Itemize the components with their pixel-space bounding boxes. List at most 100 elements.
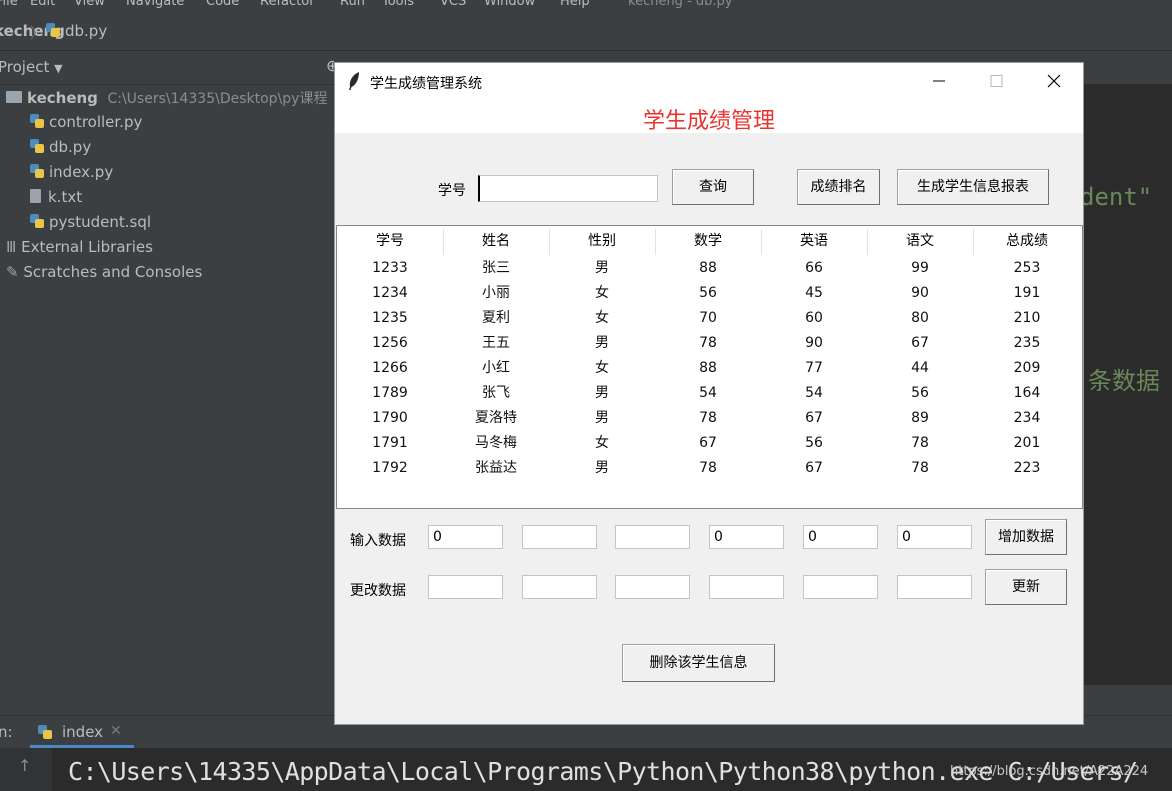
tree-item-external-libraries[interactable]: Ⅲ External Libraries [6, 238, 153, 256]
query-button[interactable]: 查询 [672, 169, 754, 205]
cell-chinese: 78 [911, 460, 929, 476]
table-row[interactable]: 1789 张飞 男 54 54 56 164 [337, 381, 1082, 406]
menu-window[interactable]: Window [484, 0, 535, 9]
run-tab-index[interactable]: index ✕ [30, 716, 134, 748]
update-button[interactable]: 更新 [985, 569, 1067, 605]
tree-item-scratches[interactable]: ✎ Scratches and Consoles [6, 263, 202, 281]
table-row[interactable]: 1792 张益达 男 78 67 78 223 [337, 456, 1082, 481]
cell-math: 54 [699, 385, 717, 401]
input-english-field[interactable] [803, 525, 878, 549]
arrow-up-icon[interactable]: ↑ [18, 756, 31, 775]
cell-total: 191 [1013, 285, 1041, 301]
column-header-name[interactable]: 姓名 [443, 226, 549, 256]
cell-chinese: 80 [911, 310, 929, 326]
project-tree: kecheng C:\Users\14335\Desktop\py课程 cont… [0, 85, 334, 715]
update-chinese-field[interactable] [897, 575, 972, 599]
cell-english: 67 [805, 460, 823, 476]
table-row[interactable]: 1235 夏利 女 70 60 80 210 [337, 306, 1082, 331]
update-student-id-field[interactable] [428, 575, 503, 599]
editor-code-fragment: dent" [1080, 183, 1153, 211]
cell-chinese: 90 [911, 285, 929, 301]
window-titlebar[interactable]: 学生成绩管理系统 [335, 63, 1083, 99]
cell-gender: 女 [595, 435, 609, 451]
update-math-field[interactable] [709, 575, 784, 599]
minimize-button[interactable] [909, 63, 967, 99]
cell-name: 张益达 [475, 460, 517, 476]
menu-code[interactable]: Code [206, 0, 239, 9]
column-header-student-id[interactable]: 学号 [337, 226, 443, 256]
cell-chinese: 67 [911, 335, 929, 351]
close-icon [1047, 74, 1061, 88]
tree-item-db[interactable]: db.py [30, 138, 91, 156]
cell-chinese: 89 [911, 410, 929, 426]
tree-item-sql[interactable]: pystudent.sql [30, 213, 151, 231]
tree-item-ktxt[interactable]: k.txt [30, 188, 82, 206]
input-chinese-field[interactable] [897, 525, 972, 549]
input-name-field[interactable] [522, 525, 597, 549]
input-student-id-field[interactable] [428, 525, 503, 549]
code-editor[interactable]: dent" 条数据 [1080, 85, 1172, 685]
menu-navigate[interactable]: Navigate [126, 0, 184, 9]
close-icon[interactable]: ✕ [110, 723, 122, 739]
file-name: pystudent.sql [49, 213, 152, 231]
update-english-field[interactable] [803, 575, 878, 599]
cell-name: 小丽 [482, 285, 510, 301]
menu-file[interactable]: File [0, 0, 18, 9]
add-data-button[interactable]: 增加数据 [985, 519, 1067, 555]
cell-name: 小红 [482, 360, 510, 376]
close-window-button[interactable] [1025, 63, 1083, 99]
table-header: 学号 姓名 性别 数学 英语 语文 总成绩 [337, 226, 1082, 256]
column-header-math[interactable]: 数学 [655, 226, 761, 256]
delete-student-button[interactable]: 删除该学生信息 [622, 644, 775, 682]
file-name: index.py [49, 163, 114, 181]
cell-gender: 男 [595, 335, 609, 351]
input-math-field[interactable] [709, 525, 784, 549]
project-view-selector[interactable]: Project ▼ [0, 58, 63, 76]
menu-edit[interactable]: Edit [30, 0, 55, 9]
feather-icon [349, 72, 359, 90]
menu-view[interactable]: View [74, 0, 105, 9]
table-row[interactable]: 1234 小丽 女 56 45 90 191 [337, 281, 1082, 306]
python-file-icon [38, 724, 52, 740]
file-name: k.txt [48, 188, 83, 206]
cell-gender: 男 [595, 410, 609, 426]
column-header-english[interactable]: 英语 [761, 226, 867, 256]
scratches-label: Scratches and Consoles [23, 263, 203, 281]
student-scores-table[interactable]: 学号 姓名 性别 数学 英语 语文 总成绩 1233 张三男 88 66 99 253 12… [336, 225, 1083, 509]
menu-vcs[interactable]: VCS [440, 0, 466, 9]
update-gender-field[interactable] [615, 575, 690, 599]
cell-gender: 女 [595, 360, 609, 376]
ide-window-title: kecheng - db.py [628, 0, 733, 9]
table-row[interactable]: 1256 王五 男 78 90 67 235 [337, 331, 1082, 356]
column-header-chinese[interactable]: 语文 [867, 226, 973, 256]
student-id-search-input[interactable] [478, 175, 658, 202]
menu-run[interactable]: Run [340, 0, 365, 9]
maximize-button[interactable] [967, 63, 1025, 99]
cell-name: 张飞 [482, 385, 510, 401]
editor-status-strip [1084, 685, 1172, 715]
sql-file-icon [30, 213, 44, 229]
cell-student-id: 1790 [372, 410, 408, 426]
table-row[interactable]: 1233 张三 男 88 66 99 253 [337, 256, 1082, 281]
chevron-down-icon: ▼ [54, 62, 63, 75]
rank-scores-button[interactable]: 成绩排名 [797, 169, 880, 205]
menu-tools[interactable]: Tools [382, 0, 414, 9]
table-row[interactable]: 1791 马冬梅 女 67 56 78 201 [337, 431, 1082, 456]
menu-help[interactable]: Help [560, 0, 590, 9]
breadcrumb-file[interactable]: db.py [46, 22, 107, 40]
column-header-gender[interactable]: 性别 [549, 226, 655, 256]
cell-total: 223 [1013, 460, 1041, 476]
window-title: 学生成绩管理系统 [370, 76, 482, 92]
tree-root-kecheng[interactable]: kecheng C:\Users\14335\Desktop\py课程 [6, 88, 327, 108]
tree-item-index[interactable]: index.py [30, 163, 113, 181]
cell-math: 88 [699, 260, 717, 276]
tree-item-controller[interactable]: controller.py [30, 113, 142, 131]
table-row[interactable]: 1790 夏洛特 男 78 67 89 234 [337, 406, 1082, 431]
column-header-total[interactable]: 总成绩 [973, 226, 1081, 256]
generate-report-button[interactable]: 生成学生信息报表 [897, 169, 1049, 205]
menu-refactor[interactable]: Refactor [260, 0, 315, 9]
input-gender-field[interactable] [615, 525, 690, 549]
minimize-icon [933, 80, 945, 82]
update-name-field[interactable] [522, 575, 597, 599]
table-row[interactable]: 1266 小红 女 88 77 44 209 [337, 356, 1082, 381]
